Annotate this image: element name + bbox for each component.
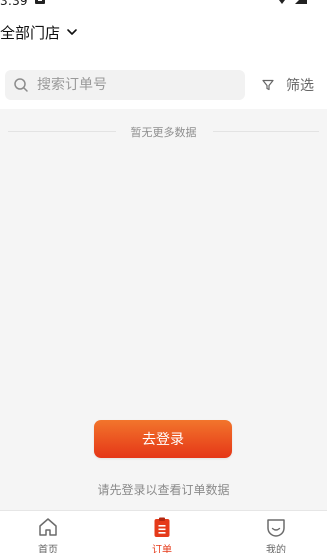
notification-icon xyxy=(35,0,45,4)
tab-profile[interactable]: 我的 xyxy=(246,511,306,553)
app-screen: 3:39 全部门店 筛选 xyxy=(0,0,327,553)
tab-orders[interactable]: 订单 xyxy=(132,511,192,553)
wifi-icon xyxy=(273,0,291,4)
search-icon xyxy=(14,78,28,92)
login-button[interactable]: 去登录 xyxy=(94,420,232,458)
signal-icon xyxy=(295,0,307,4)
filter-icon xyxy=(262,79,274,91)
search-input[interactable] xyxy=(37,77,245,93)
clipboard-icon xyxy=(154,517,170,537)
no-more-data-text: 暂无更多数据 xyxy=(130,126,197,139)
status-time: 3:39 xyxy=(0,0,28,8)
store-selector-label: 全部门店 xyxy=(0,23,61,42)
tab-profile-label: 我的 xyxy=(266,545,286,553)
login-hint: 请先登录以查看订单数据 xyxy=(97,483,230,497)
profile-face-icon xyxy=(267,519,285,537)
no-more-data-divider: 暂无更多数据 xyxy=(0,124,327,139)
filter-button[interactable]: 筛选 xyxy=(262,76,314,94)
store-selector[interactable]: 全部门店 xyxy=(0,21,78,43)
tab-orders-label: 订单 xyxy=(152,545,172,553)
status-indicators xyxy=(273,0,323,6)
tab-bar: 首页 订单 我的 xyxy=(0,510,327,553)
divider-line-right xyxy=(213,131,319,132)
filter-label: 筛选 xyxy=(286,78,314,94)
chevron-down-icon xyxy=(67,29,77,35)
status-bar: 3:39 xyxy=(0,0,327,10)
search-box[interactable] xyxy=(5,70,245,100)
home-icon xyxy=(39,518,57,536)
tab-home-label: 首页 xyxy=(38,545,58,553)
tab-home[interactable]: 首页 xyxy=(18,511,78,553)
header-area: 3:39 全部门店 筛选 xyxy=(0,0,327,109)
